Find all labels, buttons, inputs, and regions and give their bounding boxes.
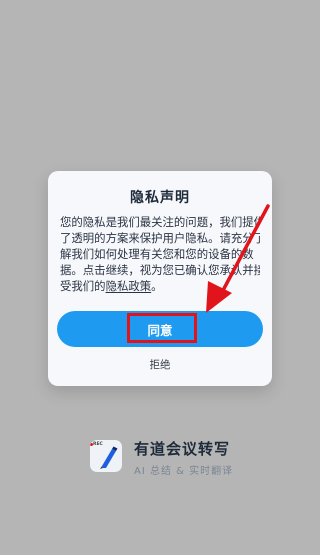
body-line: 了透明的方案来保护用户隐私。请充分了	[60, 231, 260, 245]
body-line-prefix: 受我们的	[60, 279, 106, 293]
decline-button[interactable]: 拒绝	[48, 357, 272, 372]
body-last-line: 受我们的隐私政策。	[60, 278, 260, 294]
dialog-title: 隐私声明	[130, 190, 190, 206]
app-screen: 隐私声明 您的隐私是我们最关注的问题，我们提供 了透明的方案来保护用户隐私。请充…	[0, 0, 320, 555]
body-line: 据。点击继续，视为您已确认您承认并接	[60, 263, 260, 277]
dialog-body: 您的隐私是我们最关注的问题，我们提供 了透明的方案来保护用户隐私。请充分了 解我…	[60, 214, 260, 294]
body-line: 解我们如何处理有关您和您的设备的数	[60, 247, 254, 261]
privacy-policy-link[interactable]: 隐私政策	[106, 279, 152, 293]
privacy-dialog: 隐私声明 您的隐私是我们最关注的问题，我们提供 了透明的方案来保护用户隐私。请充…	[48, 171, 272, 386]
app-logo-icon: REC	[90, 440, 122, 472]
body-line: 您的隐私是我们最关注的问题，我们提供	[60, 215, 260, 229]
agree-button[interactable]: 同意	[57, 311, 263, 347]
body-line-suffix: 。	[151, 279, 163, 293]
app-tagline: AI 总结 & 实时翻译	[134, 466, 234, 477]
brand-block: REC 有道会议转写 AI 总结 & 实时翻译	[90, 438, 240, 478]
rec-tag: REC	[93, 442, 103, 447]
app-name: 有道会议转写	[134, 440, 231, 458]
